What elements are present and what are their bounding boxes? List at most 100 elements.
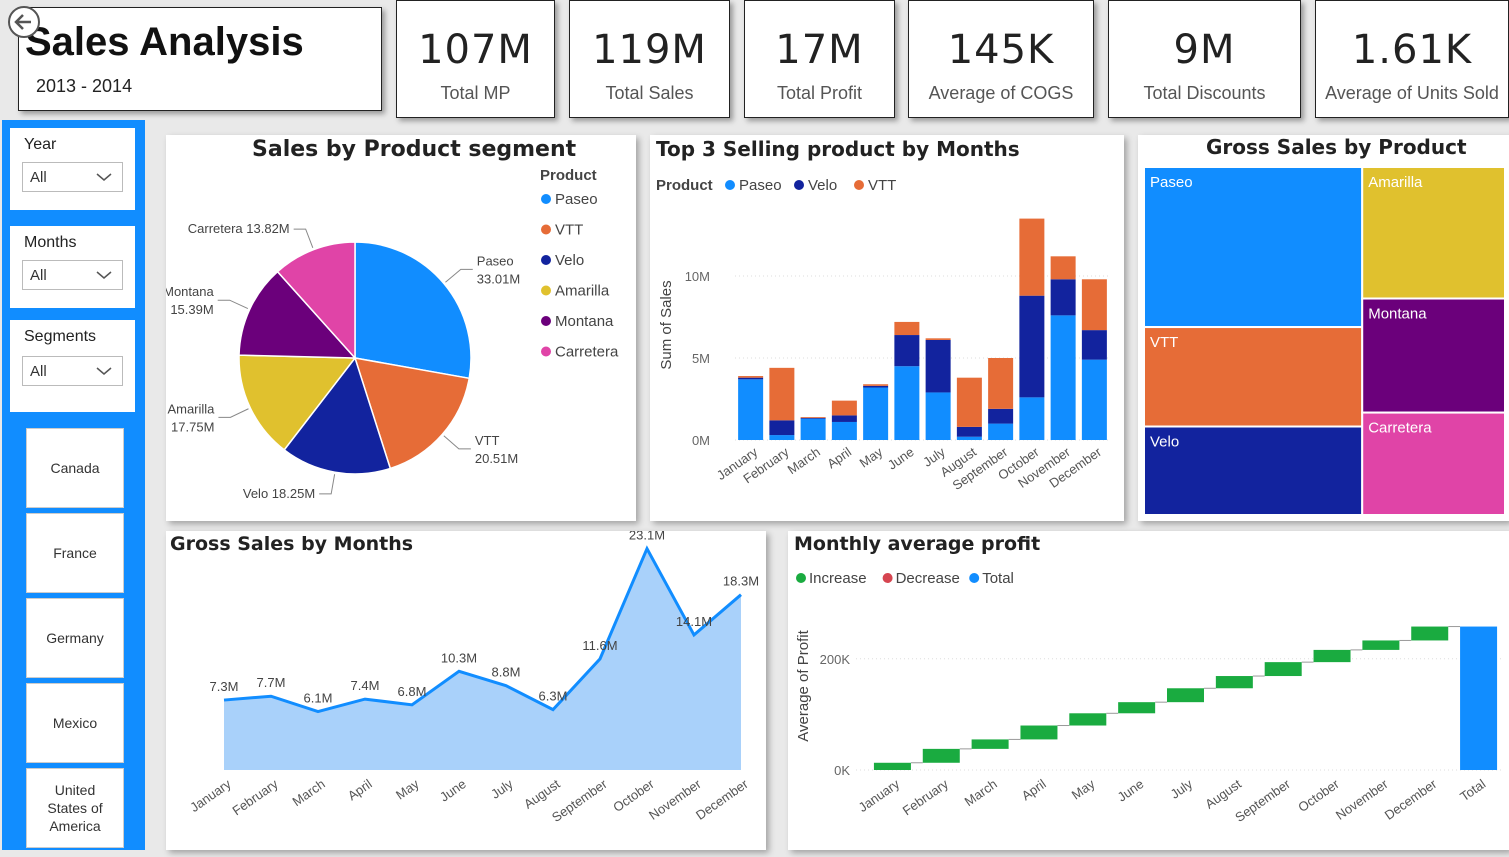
segments-dropdown[interactable]: All — [22, 356, 123, 386]
area-x-tick: March — [290, 776, 328, 809]
area-x-tick: June — [437, 776, 469, 804]
country-button-canada[interactable]: Canada — [26, 428, 124, 508]
year-dropdown[interactable]: All — [22, 162, 123, 192]
bar-y-tick: 10M — [685, 269, 710, 284]
kpi-card-total-mp: 107M Total MP — [396, 0, 555, 118]
bar-segment-paseo — [769, 435, 795, 440]
bar-y-tick: 0M — [692, 433, 710, 448]
treemap-tile-paseo — [1143, 166, 1364, 329]
bar-segment-vtt — [1081, 279, 1107, 331]
year-dropdown-value: All — [30, 169, 47, 186]
year-slicer: Year All — [10, 128, 135, 210]
pie-leader-line — [445, 268, 473, 283]
bar-segment-velo — [894, 335, 920, 367]
waterfall-bar-increase — [1167, 688, 1204, 703]
area-data-label: 10.3M — [441, 650, 477, 665]
sales-by-segment-panel: Sales by Product segment Paseo 33.01M VTT 2… — [166, 135, 636, 521]
bar-segment-velo — [831, 415, 857, 422]
area-x-tick: April — [345, 776, 375, 803]
bar-segment-paseo — [863, 387, 889, 440]
area-chart: 7.3M January 7.7M February 6.1M March 7.4M Apri… — [187, 531, 759, 825]
chevron-down-icon — [96, 271, 112, 279]
bar-segment-vtt — [956, 377, 982, 427]
waterfall-bar-increase — [873, 762, 911, 770]
waterfall-bar-increase — [1313, 649, 1351, 663]
area-x-tick: December — [693, 776, 751, 823]
bar-segment-velo — [769, 420, 795, 436]
bar-segment-vtt — [738, 376, 764, 378]
pie-data-label: Carretera 13.82M — [188, 221, 290, 236]
waterfall-bar-increase — [1069, 713, 1107, 726]
pie-legend-marker — [541, 316, 551, 326]
area-x-tick: July — [488, 776, 516, 802]
area-data-label: 23.1M — [629, 531, 665, 543]
kpi-value: 107M — [418, 27, 533, 73]
bar-segment-velo — [988, 408, 1014, 424]
top3-product-panel: Top 3 Selling product by Months Product P… — [650, 135, 1124, 521]
waterfall-y-tick: 0K — [834, 763, 850, 778]
bar-legend-item: Paseo — [739, 177, 782, 194]
pie-data-label: VTT — [475, 433, 500, 448]
waterfall-bar-increase — [1118, 702, 1156, 714]
bar-segment-paseo — [956, 436, 982, 440]
bar-segment-paseo — [1081, 359, 1107, 440]
pie-leader-line — [218, 408, 249, 418]
waterfall-x-tick: March — [962, 776, 1000, 809]
kpi-card-total-profit: 17M Total Profit — [744, 0, 895, 118]
kpi-value: 1.61K — [1351, 27, 1473, 73]
bar-x-tick: May — [857, 444, 886, 471]
country-button-mexico[interactable]: Mexico — [26, 683, 124, 763]
pie-data-label: 15.39M — [170, 302, 213, 317]
kpi-value: 17M — [775, 27, 864, 73]
bar-segment-velo — [956, 426, 982, 437]
pie-legend-marker — [541, 285, 551, 296]
bar-segment-velo — [738, 377, 764, 380]
bar-segment-vtt — [925, 338, 951, 340]
waterfall-x-tick: September — [1232, 776, 1293, 825]
country-button-france[interactable]: France — [26, 513, 124, 593]
segments-dropdown-value: All — [30, 363, 47, 380]
kpi-value: 119M — [592, 27, 707, 73]
stacked-bar-chart: Product Paseo Velo VTT0M5M10MSum of SalesJa… — [656, 177, 1110, 493]
pie-slice-paseo — [354, 241, 472, 380]
bar-segment-paseo — [800, 418, 826, 440]
bar-segment-paseo — [1019, 397, 1045, 440]
pie-data-label: Velo 18.25M — [243, 486, 315, 501]
bar-x-tick: April — [824, 444, 854, 471]
months-slicer: Months All — [10, 226, 135, 308]
waterfall-bar-increase — [1020, 725, 1058, 740]
waterfall-x-tick: February — [900, 776, 952, 818]
kpi-label: Average of Units Sold — [1325, 83, 1499, 103]
kpi-card-average-cogs: 145K Average of COGS — [908, 0, 1094, 118]
months-dropdown[interactable]: All — [22, 260, 123, 290]
bar-segment-velo — [800, 417, 826, 419]
area-data-label: 6.8M — [398, 684, 427, 699]
country-button-germany[interactable]: Germany — [26, 598, 124, 678]
treemap-tile-label: Carretera — [1368, 420, 1432, 437]
bar-segment-velo — [1081, 330, 1107, 360]
kpi-card-total-discounts: 9M Total Discounts — [1108, 0, 1301, 118]
bar-segment-vtt — [1019, 218, 1045, 296]
pie-legend-item: Paseo — [555, 191, 598, 208]
bar-y-axis-label: Sum of Sales — [658, 280, 675, 369]
year-slicer-label: Year — [24, 136, 57, 153]
waterfall-y-tick: 200K — [820, 652, 851, 667]
country-button-usa[interactable]: United States of America — [26, 768, 124, 848]
waterfall-x-tick: July — [1168, 776, 1196, 802]
waterfall-legend-item: Decrease — [896, 570, 960, 587]
bar-segment-vtt — [831, 400, 857, 416]
pie-leader-line — [293, 228, 314, 248]
area-data-label: 6.3M — [539, 689, 568, 704]
treemap-tile-label: Amarilla — [1368, 174, 1423, 191]
back-arrow-icon[interactable] — [6, 4, 42, 40]
pie-legend-title: Product — [540, 167, 597, 184]
bar-segment-velo — [925, 339, 951, 393]
waterfall-x-tick: November — [1333, 776, 1391, 823]
treemap-tile-label: Velo — [1150, 434, 1179, 451]
monthly-profit-panel: Monthly average profit Increase Decrease T… — [788, 531, 1509, 850]
treemap-chart: Paseo VTT Velo Amarilla Montana Carretera — [1143, 166, 1506, 516]
months-slicer-label: Months — [24, 234, 77, 251]
segments-slicer: Segments All — [10, 320, 135, 412]
kpi-card-average-units-sold: 1.61K Average of Units Sold — [1315, 0, 1509, 118]
pie-legend-item: VTT — [555, 222, 583, 239]
